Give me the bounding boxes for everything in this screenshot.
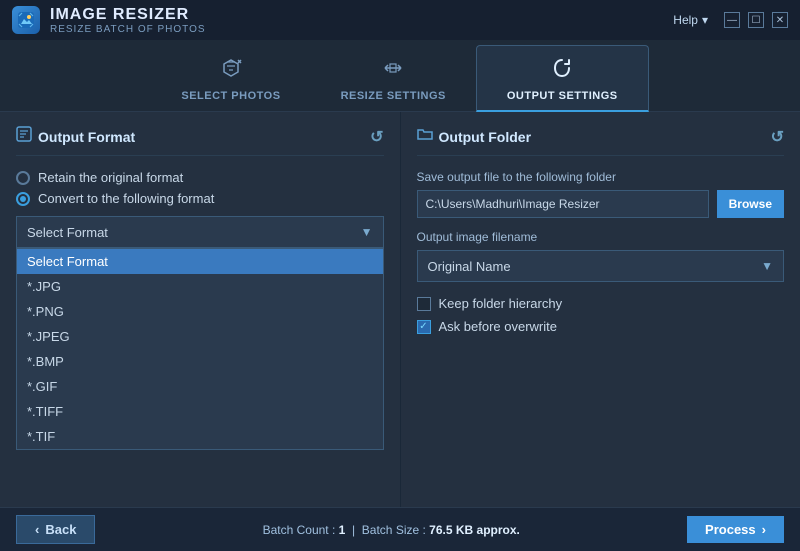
format-option-tiff[interactable]: *.TIFF — [17, 399, 383, 424]
radio-retain[interactable]: Retain the original format — [16, 170, 384, 185]
step-output-settings-label: OUTPUT SETTINGS — [507, 90, 618, 102]
checkbox-overwrite-label: Ask before overwrite — [439, 319, 558, 334]
checkbox-overwrite-item[interactable]: ✓ Ask before overwrite — [417, 319, 785, 334]
filename-label: Output image filename — [417, 230, 785, 244]
output-format-header: Output Format ↺ — [16, 126, 384, 156]
process-button[interactable]: Process › — [687, 516, 784, 543]
output-format-panel: Output Format ↺ Retain the original form… — [0, 112, 401, 507]
output-folder-icon — [417, 126, 433, 147]
step-resize-settings-label: RESIZE SETTINGS — [341, 90, 446, 102]
output-format-title: Output Format — [38, 129, 135, 145]
format-option-png[interactable]: *.PNG — [17, 299, 383, 324]
step-resize-settings[interactable]: RESIZE SETTINGS — [311, 46, 476, 112]
step-output-settings[interactable]: OUTPUT SETTINGS — [476, 45, 649, 112]
format-option-gif[interactable]: *.GIF — [17, 374, 383, 399]
checkbox-hierarchy-box — [417, 297, 431, 311]
select-photos-icon — [219, 56, 243, 86]
folder-path-input[interactable] — [417, 190, 709, 218]
steps-bar: SELECT PHOTOS RESIZE SETTINGS OUTPUT SET… — [0, 40, 800, 112]
window-controls: — ☐ ✕ — [724, 12, 788, 28]
radio-convert[interactable]: Convert to the following format — [16, 191, 384, 206]
format-radio-group: Retain the original format Convert to th… — [16, 170, 384, 206]
format-dropdown-list: Select Format *.JPG *.PNG *.JPEG *.BMP *… — [16, 248, 384, 450]
filename-dropdown-container: Original Name ▼ — [417, 250, 785, 282]
refresh-format-button[interactable]: ↺ — [370, 127, 383, 147]
radio-convert-circle — [16, 192, 30, 206]
format-dropdown[interactable]: Select Format ▼ — [16, 216, 384, 248]
bottom-bar: ‹ Back Batch Count : 1 | Batch Size : 76… — [0, 507, 800, 551]
filename-dropdown-value: Original Name — [428, 259, 762, 274]
minimize-button[interactable]: — — [724, 12, 740, 28]
filename-dropdown[interactable]: Original Name ▼ — [417, 250, 785, 282]
format-option-select[interactable]: Select Format — [17, 249, 383, 274]
format-option-jpeg[interactable]: *.JPEG — [17, 324, 383, 349]
batch-info: Batch Count : 1 | Batch Size : 76.5 KB a… — [263, 523, 520, 537]
step-select-photos[interactable]: SELECT PHOTOS — [151, 46, 310, 112]
help-button[interactable]: Help ▾ — [673, 13, 708, 27]
app-title-block: IMAGE RESIZER RESIZE BATCH OF PHOTOS — [50, 6, 206, 35]
folder-path-row: Browse — [417, 190, 785, 218]
output-folder-header: Output Folder ↺ — [417, 126, 785, 156]
radio-convert-label: Convert to the following format — [38, 191, 214, 206]
format-option-tif[interactable]: *.TIF — [17, 424, 383, 449]
titlebar-left: IMAGE RESIZER RESIZE BATCH OF PHOTOS — [12, 6, 206, 35]
checkbox-overwrite-box: ✓ — [417, 320, 431, 334]
format-dropdown-container: Select Format ▼ Select Format *.JPG *.PN… — [16, 216, 384, 450]
back-button[interactable]: ‹ Back — [16, 515, 95, 544]
back-arrow-icon: ‹ — [35, 522, 39, 537]
format-dropdown-value: Select Format — [27, 225, 361, 240]
maximize-button[interactable]: ☐ — [748, 12, 764, 28]
output-format-icon — [16, 126, 32, 147]
app-icon — [12, 6, 40, 34]
resize-settings-icon — [381, 56, 405, 86]
step-select-photos-label: SELECT PHOTOS — [181, 90, 280, 102]
titlebar-right: Help ▾ — ☐ ✕ — [673, 12, 788, 28]
checkbox-hierarchy-item[interactable]: Keep folder hierarchy — [417, 296, 785, 311]
browse-button[interactable]: Browse — [717, 190, 784, 218]
format-option-jpg[interactable]: *.JPG — [17, 274, 383, 299]
chevron-down-icon: ▼ — [761, 259, 773, 273]
main-content: Output Format ↺ Retain the original form… — [0, 112, 800, 507]
chevron-down-icon: ▼ — [361, 225, 373, 239]
close-button[interactable]: ✕ — [772, 12, 788, 28]
chevron-down-icon: ▾ — [702, 13, 708, 27]
output-settings-icon — [550, 56, 574, 86]
folder-path-label: Save output file to the following folder — [417, 170, 785, 184]
titlebar: IMAGE RESIZER RESIZE BATCH OF PHOTOS Hel… — [0, 0, 800, 40]
format-option-bmp[interactable]: *.BMP — [17, 349, 383, 374]
radio-retain-label: Retain the original format — [38, 170, 183, 185]
app-title: IMAGE RESIZER — [50, 6, 206, 24]
output-folder-panel: Output Folder ↺ Save output file to the … — [401, 112, 800, 507]
checkbox-hierarchy-label: Keep folder hierarchy — [439, 296, 563, 311]
output-folder-title: Output Folder — [439, 129, 532, 145]
radio-retain-circle — [16, 171, 30, 185]
app-subtitle: RESIZE BATCH OF PHOTOS — [50, 24, 206, 35]
checkbox-group: Keep folder hierarchy ✓ Ask before overw… — [417, 296, 785, 334]
process-arrow-icon: › — [762, 522, 766, 537]
refresh-folder-button[interactable]: ↺ — [771, 127, 784, 147]
